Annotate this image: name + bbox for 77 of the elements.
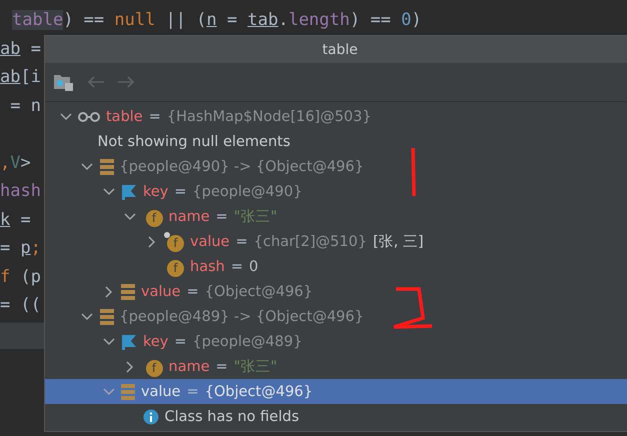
variable-summary: [张, 三] xyxy=(372,233,424,251)
equals-sign: = xyxy=(216,208,228,224)
chevron-down-icon[interactable] xyxy=(102,338,114,346)
tree-row[interactable]: Not showing null elements xyxy=(45,129,627,154)
equals-sign: = xyxy=(216,358,228,374)
chevron-down-icon[interactable] xyxy=(60,112,72,120)
equals-sign: = xyxy=(148,108,161,124)
variable-value: {char[2]@510} xyxy=(254,234,367,250)
glasses-icon xyxy=(78,112,100,122)
flag-icon xyxy=(121,334,137,350)
code-line: ab = xyxy=(0,38,41,58)
code-line: f (p xyxy=(0,266,41,286)
variable-value: {people@490} -> {Object@496} xyxy=(120,158,364,174)
code-line: = p; xyxy=(0,238,41,258)
variable-name: name xyxy=(168,208,210,224)
equals-sign: = xyxy=(174,334,187,350)
chevron-right-icon[interactable] xyxy=(148,236,156,248)
variable-value: {HashMap$Node[16]@503} xyxy=(166,108,372,124)
equals-sign: = xyxy=(186,384,199,400)
tree-row[interactable]: key = {people@490} xyxy=(45,179,627,204)
tree-row[interactable]: table = {HashMap$Node[16]@503} xyxy=(45,104,627,129)
pinned-field-icon: f xyxy=(164,232,184,252)
code-line: hash xyxy=(0,181,41,201)
chevron-right-icon[interactable] xyxy=(104,286,112,298)
tree-row[interactable]: {people@490} -> {Object@496} xyxy=(45,154,627,179)
popup-title: table xyxy=(322,42,358,58)
code-line: k = xyxy=(0,210,31,230)
folder-icon[interactable] xyxy=(53,72,75,92)
variable-name: value xyxy=(141,384,181,400)
equals-sign: = xyxy=(230,258,243,274)
variable-name: key xyxy=(143,184,168,200)
variable-name: value xyxy=(190,234,230,250)
code-line: table) == null || (n = tab.length) == 0) xyxy=(12,10,422,30)
chevron-down-icon[interactable] xyxy=(124,212,136,220)
stack-icon xyxy=(121,284,135,300)
tree-row[interactable]: key = {people@489} xyxy=(45,329,627,354)
chevron-down-icon[interactable] xyxy=(81,312,93,320)
variable-name: value xyxy=(141,284,181,300)
stack-icon xyxy=(121,384,135,400)
variable-name: key xyxy=(143,334,168,350)
chevron-down-icon[interactable] xyxy=(102,188,114,196)
tree-row[interactable]: f name = "张三" xyxy=(45,204,627,229)
tree-row[interactable]: {people@489} -> {Object@496} xyxy=(45,304,627,329)
variable-name: name xyxy=(168,358,210,374)
annotation-stroke xyxy=(411,148,416,196)
tree-note: Not showing null elements xyxy=(98,134,290,150)
variable-value: {Object@496} xyxy=(204,284,313,300)
code-line: ,V> xyxy=(0,152,31,172)
chevron-down-icon[interactable] xyxy=(81,162,93,170)
variable-value: 0 xyxy=(248,258,258,274)
variable-value: {people@489} -> {Object@496} xyxy=(120,308,364,324)
equals-sign: = xyxy=(236,234,248,250)
equals-sign: = xyxy=(174,184,187,200)
code-line: ab[i xyxy=(0,67,41,87)
variable-value: {Object@496} xyxy=(204,384,313,400)
info-icon xyxy=(142,408,158,424)
variable-value: {people@490} xyxy=(192,184,302,200)
code-line: = n xyxy=(9,96,41,116)
annotation-stroke xyxy=(392,287,432,329)
chevron-right-icon[interactable] xyxy=(126,360,134,372)
tree-row[interactable]: value = {Object@496} xyxy=(45,379,627,404)
tree-note: Class has no fields xyxy=(164,408,300,424)
tree-row[interactable]: Class has no fields xyxy=(45,404,627,429)
code-line: = (( xyxy=(0,295,41,315)
variable-value: "张三" xyxy=(234,358,278,376)
stack-icon xyxy=(100,158,114,174)
equals-sign: = xyxy=(186,284,199,300)
variable-value: "张三" xyxy=(234,208,278,226)
tree-row[interactable]: f name = "张三" xyxy=(45,354,627,379)
flag-icon xyxy=(121,184,137,200)
stack-icon xyxy=(100,308,114,324)
variable-value: {people@489} xyxy=(192,334,302,350)
tree-row[interactable]: value = {Object@496} xyxy=(45,279,627,304)
variable-name: hash xyxy=(190,258,225,274)
tree-row[interactable]: f value = {char[2]@510} [张, 三] xyxy=(45,229,627,254)
tree-row[interactable]: f hash = 0 xyxy=(45,254,627,279)
variable-name: table xyxy=(106,108,143,124)
